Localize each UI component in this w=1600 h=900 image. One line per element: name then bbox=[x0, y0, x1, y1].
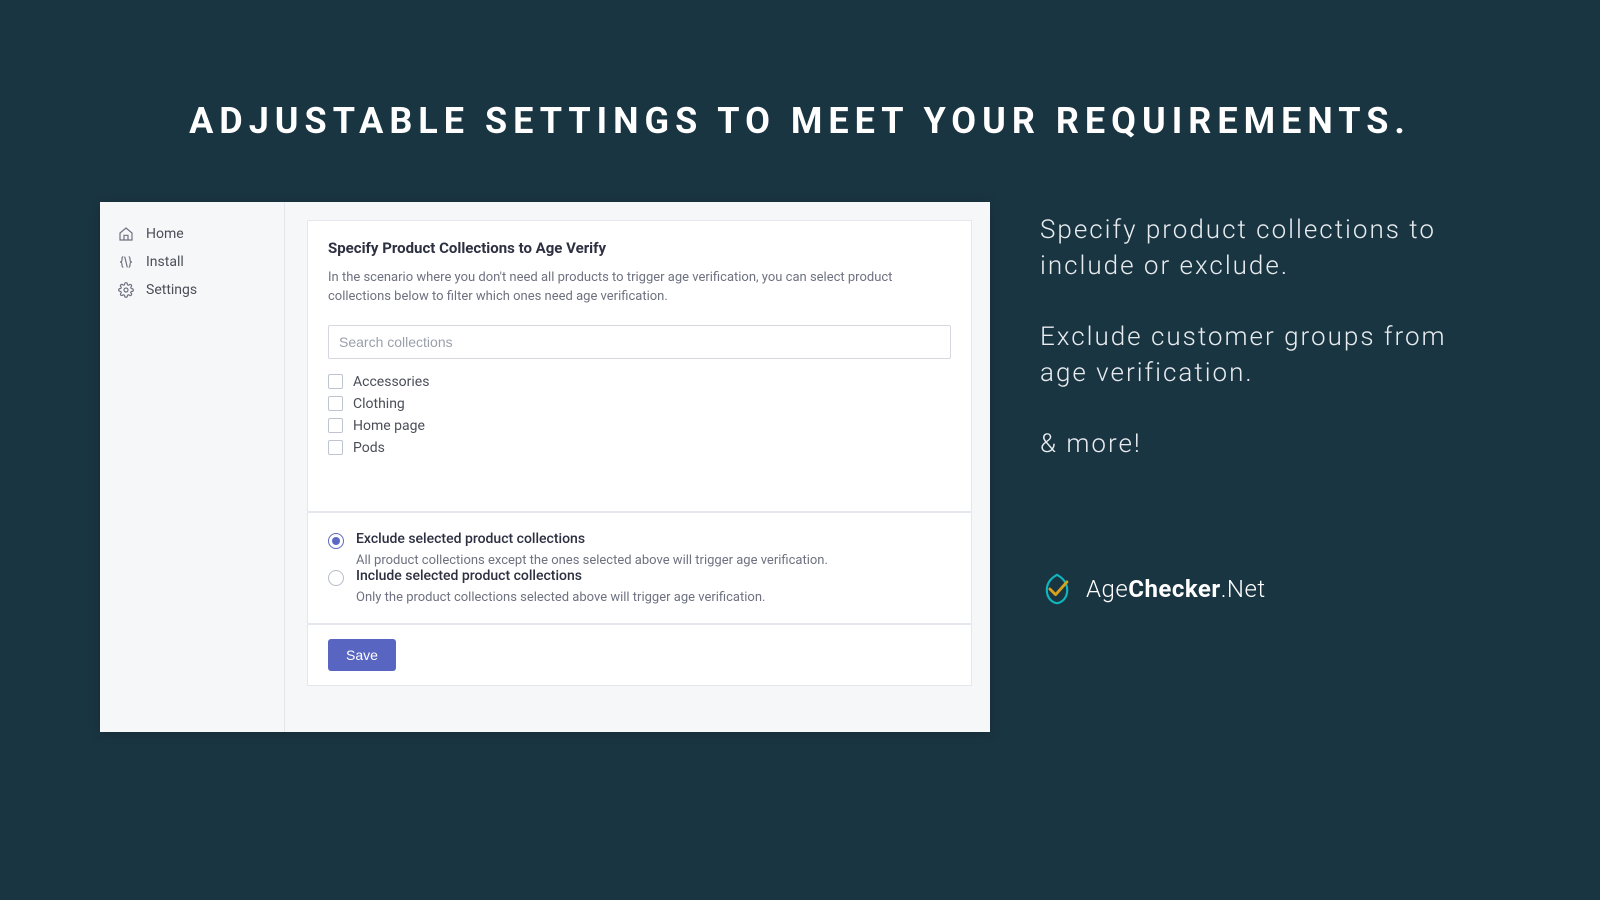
save-bar: Save bbox=[307, 624, 972, 686]
sidebar-item-label: Settings bbox=[146, 282, 197, 298]
collection-label: Pods bbox=[353, 440, 385, 456]
main-panel: Specify Product Collections to Age Verif… bbox=[285, 202, 990, 732]
collection-label: Accessories bbox=[353, 374, 429, 390]
save-button[interactable]: Save bbox=[328, 639, 396, 671]
collections-card: Specify Product Collections to Age Verif… bbox=[307, 220, 972, 512]
search-collections-input[interactable] bbox=[328, 325, 951, 359]
agechecker-logo-icon bbox=[1040, 572, 1074, 606]
radio-icon[interactable] bbox=[328, 570, 344, 586]
brand-part-age: Age bbox=[1086, 575, 1128, 603]
app-frame: Home Install Settings Specify Product Co… bbox=[100, 202, 990, 732]
collections-list: Accessories Clothing Home page Pods bbox=[328, 371, 951, 459]
collection-label: Clothing bbox=[353, 396, 405, 412]
marketing-line-2: Exclude customer groups from age verific… bbox=[1040, 319, 1500, 392]
checkbox-icon[interactable] bbox=[328, 396, 343, 411]
marketing-line-1: Specify product collections to include o… bbox=[1040, 212, 1500, 285]
collection-row[interactable]: Pods bbox=[328, 437, 951, 459]
collection-row[interactable]: Clothing bbox=[328, 393, 951, 415]
panel-heading: Specify Product Collections to Age Verif… bbox=[328, 239, 951, 257]
sidebar-item-settings[interactable]: Settings bbox=[100, 276, 284, 304]
sidebar: Home Install Settings bbox=[100, 202, 285, 732]
collection-label: Home page bbox=[353, 418, 425, 434]
collection-row[interactable]: Accessories bbox=[328, 371, 951, 393]
checkbox-icon[interactable] bbox=[328, 418, 343, 433]
include-exclude-card: Exclude selected product collections All… bbox=[307, 512, 972, 624]
collection-row[interactable]: Home page bbox=[328, 415, 951, 437]
radio-option-include[interactable]: Include selected product collections bbox=[328, 568, 951, 586]
radio-icon[interactable] bbox=[328, 533, 344, 549]
checkbox-icon[interactable] bbox=[328, 374, 343, 389]
radio-sublabel: All product collections except the ones … bbox=[356, 553, 951, 568]
brand-part-checker: Checker bbox=[1128, 575, 1220, 603]
brand-logo: AgeChecker.Net bbox=[1040, 572, 1500, 606]
radio-sublabel: Only the product collections selected ab… bbox=[356, 590, 951, 605]
brand-name: AgeChecker.Net bbox=[1086, 575, 1266, 603]
marketing-line-3: & more! bbox=[1040, 426, 1500, 462]
brand-part-net: .Net bbox=[1221, 575, 1266, 603]
home-icon bbox=[118, 226, 134, 242]
sidebar-item-label: Install bbox=[146, 254, 184, 270]
code-braces-icon bbox=[118, 254, 134, 270]
hero-title: ADJUSTABLE SETTINGS TO MEET YOUR REQUIRE… bbox=[0, 0, 1600, 202]
sidebar-item-home[interactable]: Home bbox=[100, 220, 284, 248]
radio-label: Exclude selected product collections bbox=[356, 531, 585, 549]
checkbox-icon[interactable] bbox=[328, 440, 343, 455]
radio-option-exclude[interactable]: Exclude selected product collections bbox=[328, 531, 951, 549]
radio-label: Include selected product collections bbox=[356, 568, 582, 586]
gear-icon bbox=[118, 282, 134, 298]
sidebar-item-label: Home bbox=[146, 226, 184, 242]
sidebar-item-install[interactable]: Install bbox=[100, 248, 284, 276]
content-row: Home Install Settings Specify Product Co… bbox=[0, 202, 1600, 732]
panel-description: In the scenario where you don't need all… bbox=[328, 269, 951, 307]
marketing-column: Specify product collections to include o… bbox=[1040, 202, 1500, 606]
